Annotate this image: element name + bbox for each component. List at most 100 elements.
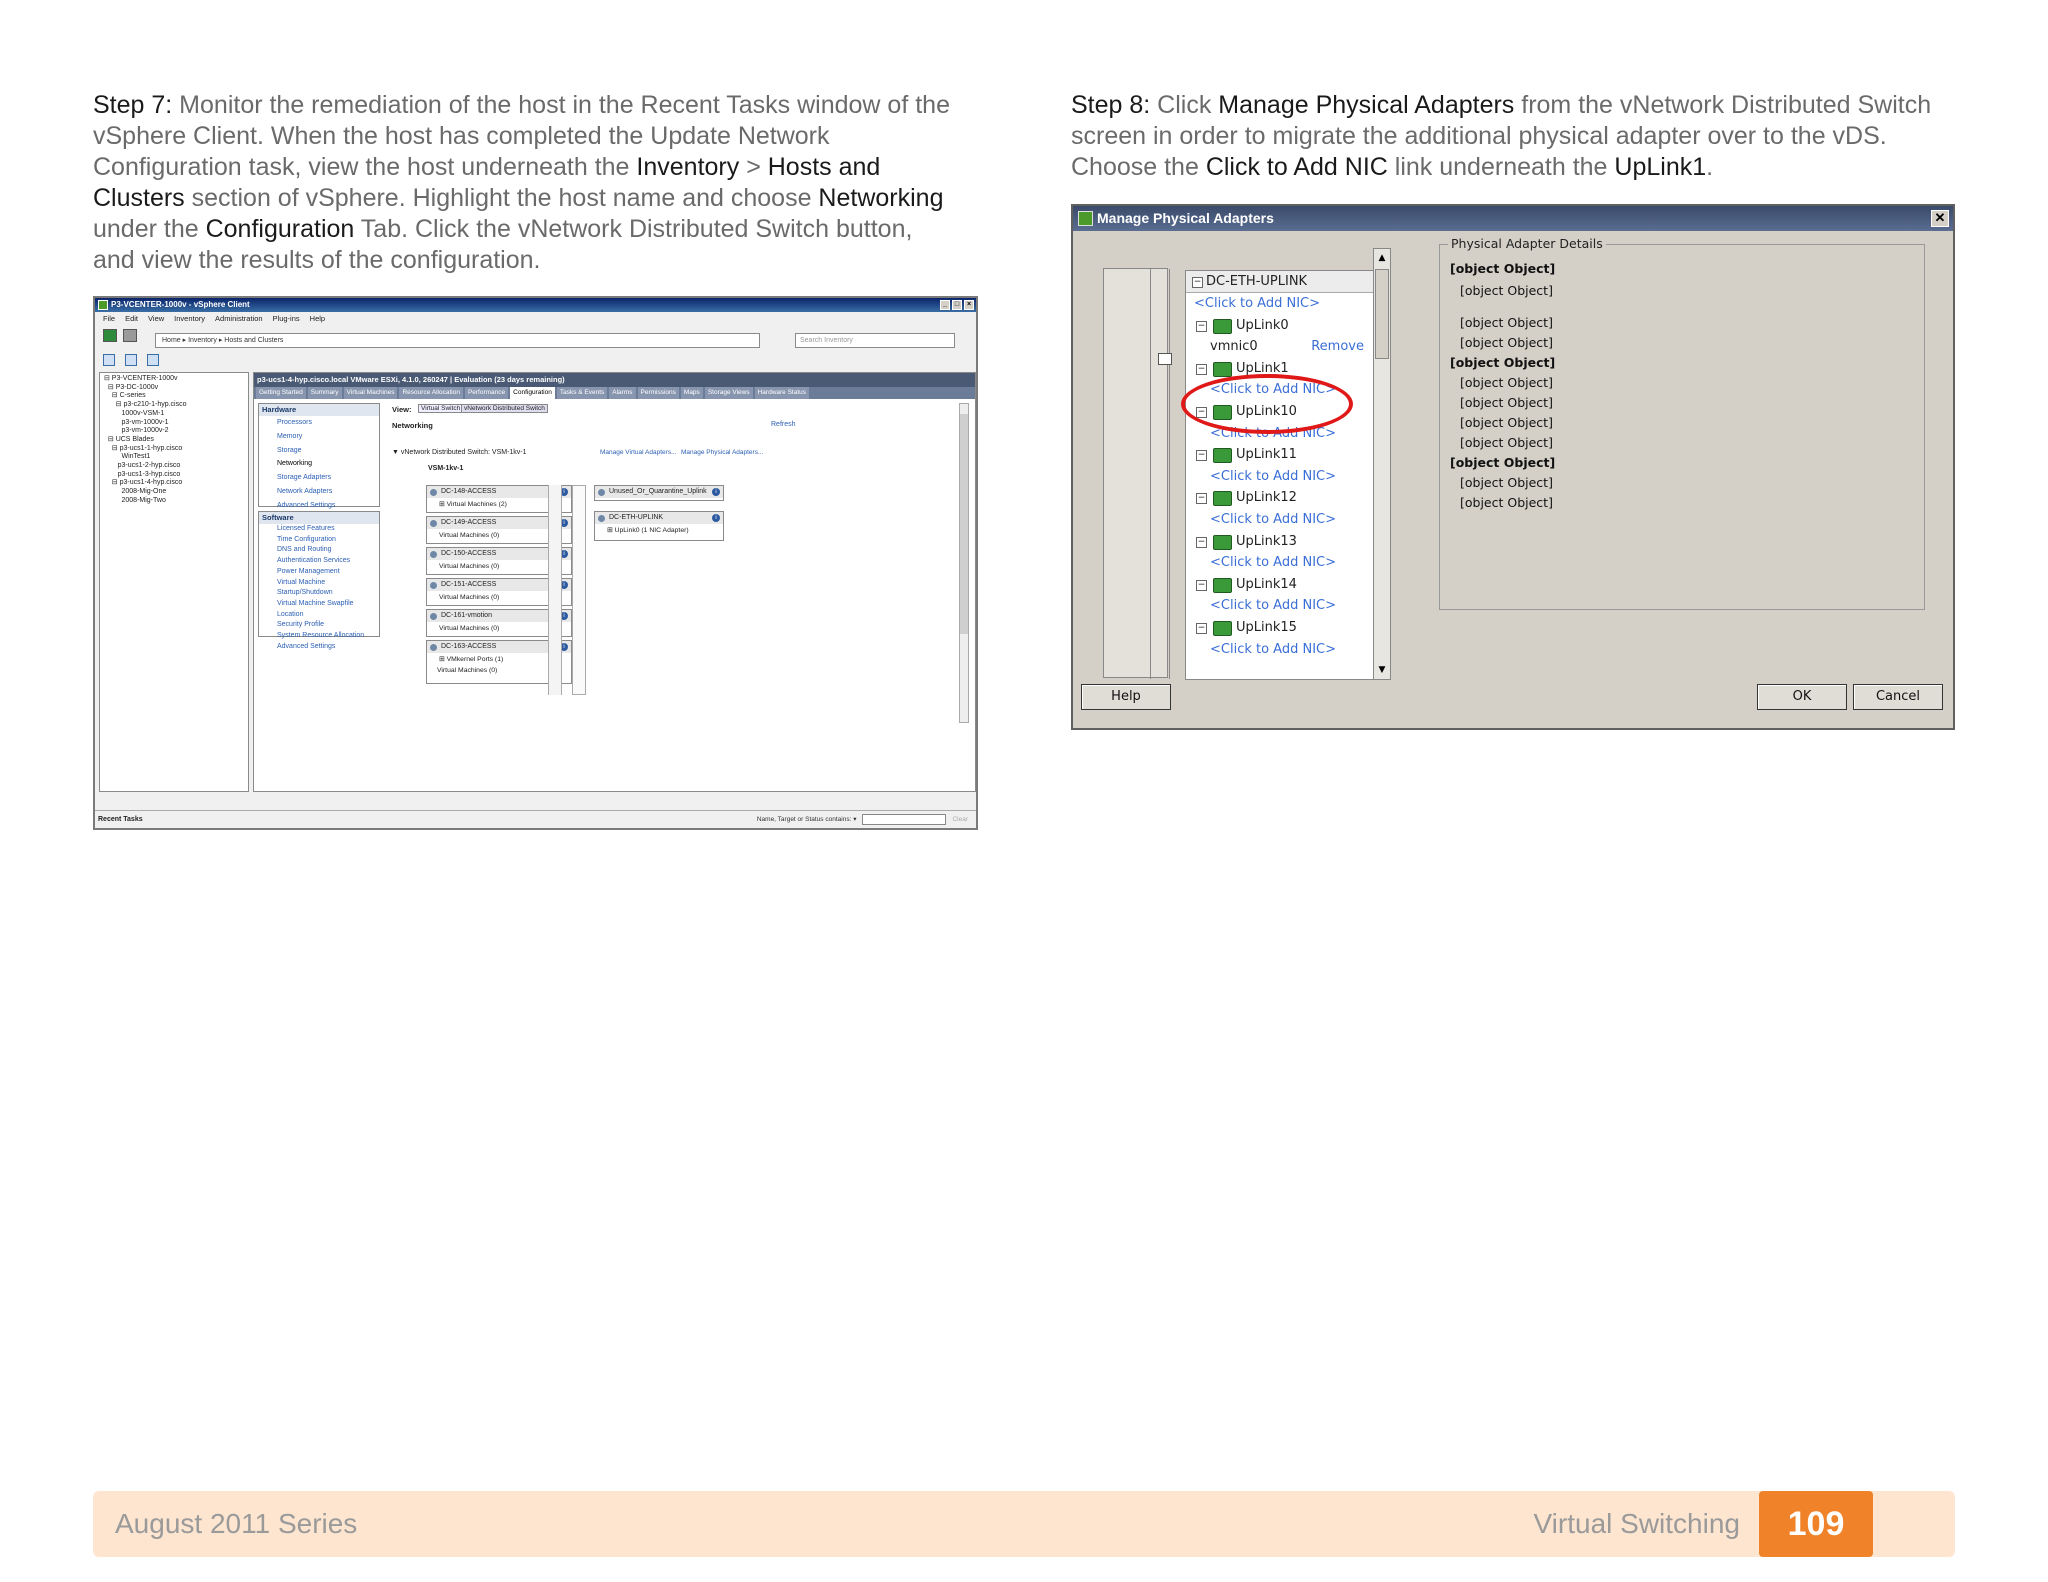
uplink-item[interactable]: UpLink0 [1186,315,1374,337]
software-link[interactable]: Licensed Features [259,524,379,535]
step-8-text: Step 8: Click Manage Physical Adapters f… [1071,90,1971,183]
hardware-link[interactable]: Storage [259,444,379,458]
hardware-link[interactable]: Network Adapters [259,485,379,499]
menu-item[interactable]: Plug-ins [273,312,300,325]
tab-item[interactable]: Maps [680,387,703,399]
uplink-item[interactable]: UpLink15 [1186,617,1374,639]
tab-item[interactable]: Performance [464,387,509,399]
tree-item[interactable]: 2008-Mig-One [104,488,244,497]
new-cluster-icon[interactable] [147,354,159,366]
software-link[interactable]: Advanced Settings [259,642,379,653]
inventory-tree[interactable]: ⊟ P3-VCENTER-1000v ⊟ P3-DC-1000v ⊟ C-ser… [99,372,249,792]
help-button[interactable]: Help [1081,684,1171,710]
forward-icon[interactable] [123,328,137,342]
nic-item[interactable]: vmnic0 Remove [1186,336,1374,358]
tab-item[interactable]: Tasks & Events [556,387,608,399]
maximize-icon[interactable]: □ [952,300,962,310]
uplink-root[interactable]: DC-ETH-UPLINK [1186,271,1374,293]
close-icon[interactable]: × [964,300,974,310]
refresh-link[interactable]: Refresh [771,421,796,428]
cancel-button[interactable]: Cancel [1853,684,1943,710]
filter-input[interactable] [862,814,947,825]
scrollbar-thumb[interactable] [1375,269,1389,359]
add-host-icon[interactable] [103,354,115,366]
tab-item[interactable]: Virtual Machines [343,387,398,399]
software-link[interactable]: Time Configuration [259,535,379,546]
tree-item[interactable]: ⊟ P3-DC-1000v [104,384,244,393]
tree-item[interactable]: ⊟ P3-VCENTER-1000v [104,375,244,384]
menu-item[interactable]: Help [310,312,325,325]
tree-item[interactable]: ⊟ p3-ucs1-4-hyp.cisco [104,479,244,488]
uplink-item[interactable]: UpLink11 [1186,444,1374,466]
click-to-add-nic-link[interactable]: <Click to Add NIC> [1186,466,1374,488]
tab-item[interactable]: Resource Allocation [399,387,463,399]
hardware-link[interactable]: Memory [259,430,379,444]
software-link[interactable]: Virtual Machine Swapfile Location [259,599,379,620]
tree-item[interactable]: 2008-Mig-Two [104,497,244,506]
connector-rail [548,485,562,695]
close-icon[interactable]: ✕ [1931,210,1949,227]
tree-item[interactable]: ⊟ p3-c210-1-hyp.cisco [104,401,244,410]
scroll-down-icon[interactable]: ▼ [1375,663,1389,677]
click-to-add-nic-link[interactable]: <Click to Add NIC> [1186,595,1374,617]
menu-item[interactable]: Administration [215,312,263,325]
uplink-group-unused[interactable]: Unused_Or_Quarantine_Uplink [594,485,724,501]
tree-item[interactable]: 1000v-VSM-1 [104,410,244,419]
breadcrumb[interactable]: Home ▸ Inventory ▸ Hosts and Clusters [155,333,760,348]
tree-item[interactable]: ⊟ p3-ucs1-1-hyp.cisco [104,445,244,454]
menu-item[interactable]: Inventory [174,312,205,325]
menu-item[interactable]: View [148,312,164,325]
uplink-item[interactable]: UpLink14 [1186,574,1374,596]
tab-item[interactable]: Alarms [609,387,636,399]
tree-item[interactable]: ⊟ UCS Blades [104,436,244,445]
tab-item[interactable]: Hardware Status [754,387,810,399]
text: section of vSphere. Highlight the host n… [184,184,819,212]
click-to-add-nic-link[interactable]: <Click to Add NIC> [1186,552,1374,574]
tab-item[interactable]: Summary [307,387,342,399]
tree-item[interactable]: p3-ucs1-3-hyp.cisco [104,471,244,480]
click-to-add-nic-link[interactable]: <Click to Add NIC> [1186,509,1374,531]
software-link[interactable]: DNS and Routing [259,545,379,556]
click-to-add-nic-link[interactable]: <Click to Add NIC> [1186,639,1374,661]
clear-button[interactable]: Clear [952,816,968,823]
vds-button[interactable]: vNetwork Distributed Switch [461,404,548,413]
hardware-link[interactable]: Processors [259,416,379,430]
software-link[interactable]: System Resource Allocation [259,631,379,642]
tree-item[interactable]: ⊟ C-series [104,392,244,401]
tree-item[interactable]: WinTest1 [104,453,244,462]
software-link[interactable]: Authentication Services [259,556,379,567]
scrollbar-thumb[interactable] [960,414,968,634]
hardware-link[interactable]: Storage Adapters [259,471,379,485]
click-to-add-nic-link[interactable]: <Click to Add NIC> [1186,293,1374,315]
tree-item[interactable]: p3-ucs1-2-hyp.cisco [104,462,244,471]
minimize-icon[interactable]: _ [940,300,950,310]
uplink-group-dc-eth[interactable]: DC-ETH-UPLINK ⊞ UpLink0 (1 NIC Adapter) [594,511,724,541]
hardware-link[interactable]: Networking [259,457,379,471]
software-link[interactable]: Security Profile [259,620,379,631]
software-link[interactable]: Virtual Machine Startup/Shutdown [259,578,379,599]
tab-item[interactable]: Permissions [637,387,679,399]
connector-rail [572,485,586,695]
menu-item[interactable]: File [103,312,115,325]
back-icon[interactable] [103,328,117,342]
software-link[interactable]: Power Management [259,567,379,578]
tree-scrollbar[interactable]: ▲ ▼ [1373,248,1391,680]
tab-item[interactable]: Getting Started [256,387,306,399]
scrollbar[interactable] [959,403,969,723]
tab-item[interactable]: Storage Views [704,387,753,399]
virtual-switch-button[interactable]: Virtual Switch [418,404,464,413]
tree-item[interactable]: p3-vm-1000v-2 [104,427,244,436]
tree-item[interactable]: p3-vm-1000v-1 [104,419,244,428]
refresh-icon[interactable] [125,354,137,366]
uplink-item[interactable]: UpLink12 [1186,487,1374,509]
scroll-up-icon[interactable]: ▲ [1375,251,1389,265]
ok-button[interactable]: OK [1757,684,1847,710]
manage-physical-adapters-link[interactable]: Manage Physical Adapters... [681,449,763,456]
uplink-item[interactable]: UpLink13 [1186,531,1374,553]
connector-rail [1150,269,1170,679]
remove-link[interactable]: Remove [1311,336,1364,358]
tab-item[interactable]: Configuration [510,387,555,399]
menu-item[interactable]: Edit [125,312,138,325]
manage-virtual-adapters-link[interactable]: Manage Virtual Adapters... [600,449,676,456]
search-input[interactable]: Search Inventory [795,333,955,348]
